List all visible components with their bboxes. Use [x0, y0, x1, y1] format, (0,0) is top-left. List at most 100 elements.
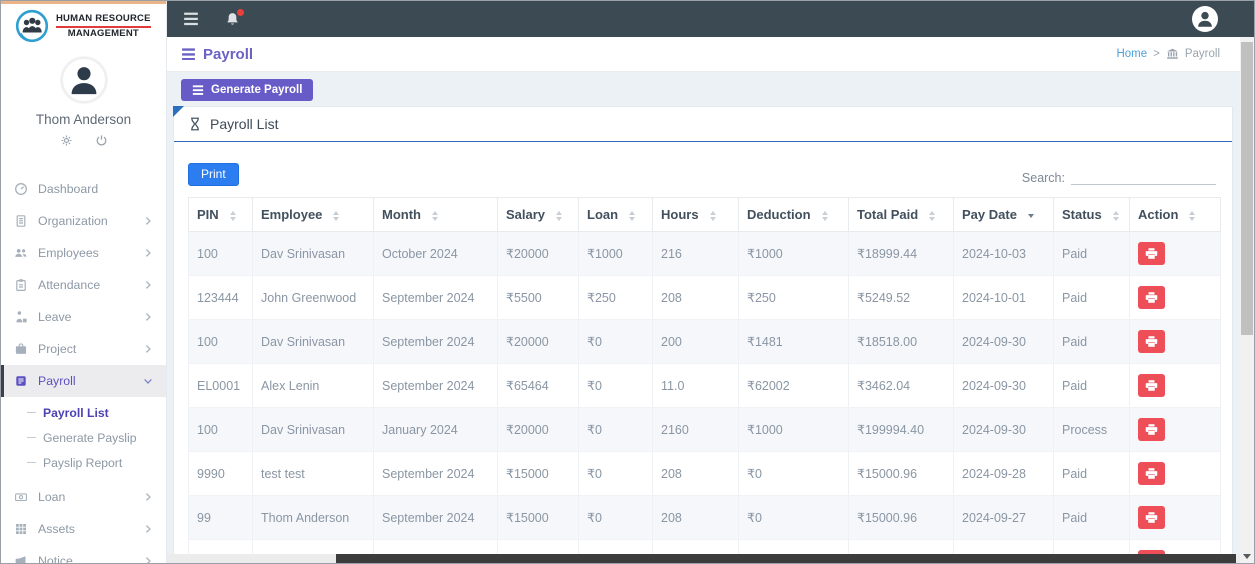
cell-month: September 2024	[374, 496, 498, 540]
column-header-action[interactable]: Action	[1130, 198, 1221, 232]
sort-both-icon	[556, 211, 562, 221]
row-print-button[interactable]	[1138, 242, 1165, 265]
column-header-deduction[interactable]: Deduction	[739, 198, 849, 232]
sidebar-item-employees[interactable]: Employees	[1, 237, 166, 269]
cell-loan: ₹1000	[579, 232, 653, 276]
organization-icon	[14, 214, 28, 228]
chevron-right-icon	[143, 216, 153, 226]
employees-icon	[14, 246, 28, 260]
sidebar-item-label: Project	[38, 342, 143, 356]
sidebar-subitem-label: Generate Payslip	[43, 431, 137, 445]
cell-hours: 208	[653, 452, 739, 496]
sidebar-subitem-payslip-report[interactable]: Payslip Report	[1, 450, 166, 475]
column-header-pin[interactable]: PIN	[189, 198, 253, 232]
column-header-total-paid[interactable]: Total Paid	[849, 198, 954, 232]
column-header-loan[interactable]: Loan	[579, 198, 653, 232]
column-header-pay-date[interactable]: Pay Date	[954, 198, 1054, 232]
printer-icon	[1145, 467, 1158, 480]
sidebar-item-payroll[interactable]: Payroll	[1, 365, 166, 397]
cell-deduction: ₹0	[739, 496, 849, 540]
sort-both-icon	[432, 211, 438, 221]
hamburger-icon[interactable]	[183, 12, 199, 26]
printer-icon	[1145, 423, 1158, 436]
printer-icon	[1145, 247, 1158, 260]
printer-icon	[1145, 291, 1158, 304]
chevron-right-icon	[143, 280, 153, 290]
cell-total-paid: ₹18518.00	[849, 320, 954, 364]
cell-deduction: ₹1000	[739, 232, 849, 276]
cell-status: Paid	[1054, 452, 1130, 496]
cell-action	[1130, 232, 1221, 276]
cell-hours: 11.0	[653, 364, 739, 408]
sidebar-item-loan[interactable]: Loan	[1, 481, 166, 513]
user-avatar[interactable]	[61, 57, 107, 103]
column-label: Status	[1062, 207, 1102, 222]
sidebar-item-assets[interactable]: Assets	[1, 513, 166, 545]
cell-status: Paid	[1054, 364, 1130, 408]
row-print-button[interactable]	[1138, 506, 1165, 529]
vertical-scrollbar[interactable]	[1240, 37, 1254, 564]
navbar-user-avatar[interactable]	[1192, 6, 1218, 32]
cell-month: January 2024	[374, 408, 498, 452]
scroll-down-arrow-icon	[1243, 554, 1251, 559]
sidebar-item-dashboard[interactable]: Dashboard	[1, 173, 166, 205]
column-label: Hours	[661, 207, 699, 222]
column-header-salary[interactable]: Salary	[498, 198, 579, 232]
power-icon[interactable]	[95, 134, 108, 147]
panel-title: Payroll List	[210, 116, 278, 132]
row-print-button[interactable]	[1138, 462, 1165, 485]
notice-icon	[14, 554, 28, 564]
cell-status: Process	[1054, 408, 1130, 452]
cell-salary: ₹15000	[498, 496, 579, 540]
horizontal-scrollbar-thumb[interactable]	[336, 554, 1236, 563]
print-button[interactable]: Print	[188, 163, 239, 186]
vertical-scrollbar-thumb[interactable]	[1241, 42, 1253, 335]
bell-icon[interactable]	[225, 12, 240, 27]
panel-corner-fold	[173, 106, 184, 117]
cell-salary: ₹20000	[498, 232, 579, 276]
sidebar: HUMAN RESOURCE MANAGEMENT Thom Anderson …	[1, 1, 167, 564]
printer-icon	[1145, 511, 1158, 524]
row-print-button[interactable]	[1138, 330, 1165, 353]
cell-loan: ₹0	[579, 364, 653, 408]
cell-total-paid: ₹199994.40	[849, 408, 954, 452]
row-print-button[interactable]	[1138, 374, 1165, 397]
sidebar-subitem-generate-payslip[interactable]: Generate Payslip	[1, 425, 166, 450]
sort-desc-icon	[1028, 214, 1034, 218]
horizontal-scrollbar[interactable]	[167, 554, 1242, 563]
cell-pin: 9990	[189, 452, 253, 496]
cell-employee: Dav Srinivasan	[253, 408, 374, 452]
dashboard-icon	[14, 182, 28, 196]
breadcrumb-separator: >	[1153, 48, 1160, 60]
cell-month: September 2024	[374, 320, 498, 364]
sidebar-item-organization[interactable]: Organization	[1, 205, 166, 237]
row-print-button[interactable]	[1138, 286, 1165, 309]
cell-month: September 2024	[374, 364, 498, 408]
column-header-status[interactable]: Status	[1054, 198, 1130, 232]
column-label: Pay Date	[962, 207, 1017, 222]
sidebar-subitem-payroll-list[interactable]: Payroll List	[1, 400, 166, 425]
sidebar-item-leave[interactable]: Leave	[1, 301, 166, 333]
table-row: EL0001Alex LeninSeptember 2024₹65464₹011…	[189, 364, 1221, 408]
cell-deduction: ₹1000	[739, 408, 849, 452]
main-content: Generate Payroll Payroll List Print Sear…	[167, 72, 1242, 564]
search-input[interactable]	[1071, 168, 1216, 185]
generate-payroll-button[interactable]: Generate Payroll	[181, 79, 313, 101]
loan-icon	[14, 490, 28, 504]
column-header-employee[interactable]: Employee	[253, 198, 374, 232]
search-label: Search:	[1022, 171, 1065, 185]
scrollbar-corner	[1240, 549, 1254, 563]
breadcrumb-home-link[interactable]: Home	[1116, 48, 1147, 60]
hamburger-icon	[192, 85, 204, 96]
cell-pay-date: 2024-10-01	[954, 276, 1054, 320]
gear-icon[interactable]	[60, 134, 73, 147]
sidebar-item-notice[interactable]: Notice	[1, 545, 166, 564]
column-header-month[interactable]: Month	[374, 198, 498, 232]
cell-action	[1130, 452, 1221, 496]
column-header-hours[interactable]: Hours	[653, 198, 739, 232]
brand-logo[interactable]: HUMAN RESOURCE MANAGEMENT	[1, 1, 166, 47]
sidebar-item-attendance[interactable]: Attendance	[1, 269, 166, 301]
row-print-button[interactable]	[1138, 418, 1165, 441]
cell-salary: ₹5500	[498, 276, 579, 320]
sidebar-item-project[interactable]: Project	[1, 333, 166, 365]
